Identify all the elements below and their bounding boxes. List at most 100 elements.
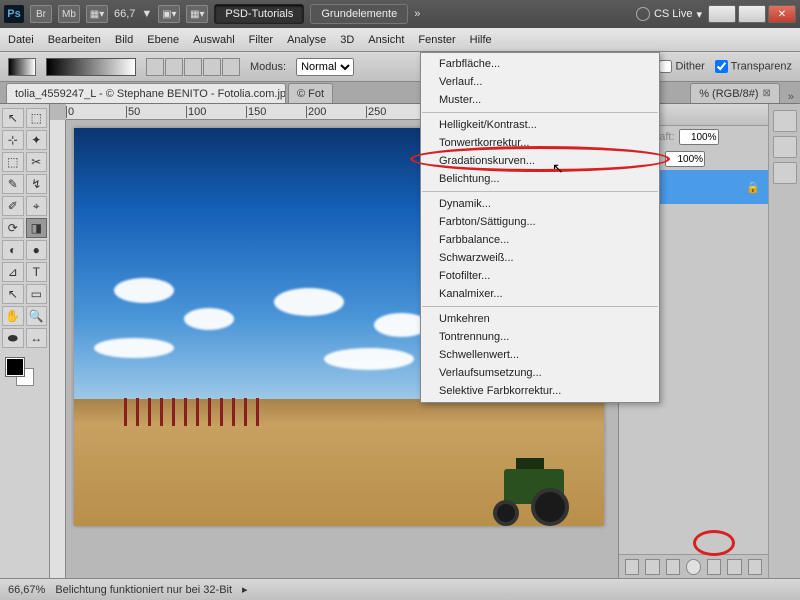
mi-kanalmixer[interactable]: Kanalmixer... bbox=[421, 285, 659, 303]
gradient-tool[interactable]: ◨ bbox=[26, 218, 48, 238]
workspace-more-icon[interactable]: » bbox=[414, 8, 420, 20]
gradient-radial[interactable] bbox=[165, 58, 183, 76]
close-icon[interactable]: ⊠ bbox=[762, 88, 770, 99]
menu-filter[interactable]: Filter bbox=[249, 34, 273, 46]
transparenz-checkbox-label[interactable]: Transparenz bbox=[715, 60, 792, 73]
mi-farbton[interactable]: Farbton/Sättigung... bbox=[421, 213, 659, 231]
transparenz-checkbox[interactable] bbox=[715, 60, 728, 73]
menu-fenster[interactable]: Fenster bbox=[418, 34, 455, 46]
extras-button[interactable]: ▦▾ bbox=[186, 5, 208, 23]
workspace-psdtutorials[interactable]: PSD-Tutorials bbox=[214, 4, 304, 24]
heal-tool[interactable]: ↯ bbox=[26, 174, 48, 194]
move-tool[interactable]: ↖ bbox=[2, 108, 24, 128]
document-tab-3[interactable]: % (RGB/8#)⊠ bbox=[690, 83, 780, 103]
gradient-picker[interactable] bbox=[46, 58, 136, 76]
mi-dynamik[interactable]: Dynamik... bbox=[421, 195, 659, 213]
type-tool[interactable]: T bbox=[26, 262, 48, 282]
minibridge-button[interactable]: Mb bbox=[58, 5, 80, 23]
mi-fotofilter[interactable]: Fotofilter... bbox=[421, 267, 659, 285]
new-layer-icon[interactable] bbox=[727, 559, 741, 575]
zoom-dropdown-icon[interactable]: ▼ bbox=[141, 8, 152, 20]
gradient-linear[interactable] bbox=[146, 58, 164, 76]
foreground-color[interactable] bbox=[6, 358, 24, 376]
maximize-button[interactable]: ☐ bbox=[738, 5, 766, 23]
menu-auswahl[interactable]: Auswahl bbox=[193, 34, 235, 46]
link-layers-icon[interactable] bbox=[625, 559, 639, 575]
mi-schwarzweiss[interactable]: Schwarzweiß... bbox=[421, 249, 659, 267]
slice-tool[interactable]: ✂ bbox=[26, 152, 48, 172]
dither-checkbox[interactable] bbox=[659, 60, 672, 73]
dodge-tool[interactable]: ● bbox=[26, 240, 48, 260]
color-swatches[interactable] bbox=[2, 356, 47, 388]
menu-ansicht[interactable]: Ansicht bbox=[368, 34, 404, 46]
adjustment-layer-icon[interactable] bbox=[686, 559, 700, 575]
gradient-type-group bbox=[146, 58, 240, 76]
eyedropper-tool[interactable]: ✎ bbox=[2, 174, 24, 194]
gradient-angle[interactable] bbox=[184, 58, 202, 76]
cslive-button[interactable]: CS Live▾ bbox=[636, 7, 702, 21]
pen-tool[interactable]: ⊿ bbox=[2, 262, 24, 282]
hand-tool[interactable]: ✋ bbox=[2, 306, 24, 326]
menu-datei[interactable]: Datei bbox=[8, 34, 34, 46]
mi-verlauf[interactable]: Verlauf... bbox=[421, 73, 659, 91]
menu-bild[interactable]: Bild bbox=[115, 34, 133, 46]
mi-muster[interactable]: Muster... bbox=[421, 91, 659, 109]
brush-tool[interactable]: ✐ bbox=[2, 196, 24, 216]
swap-panel-icon[interactable] bbox=[773, 110, 797, 132]
menu-3d[interactable]: 3D bbox=[340, 34, 354, 46]
path-tool[interactable]: ↖ bbox=[2, 284, 24, 304]
ruler-vertical bbox=[50, 120, 66, 578]
layer-style-icon[interactable] bbox=[645, 559, 659, 575]
menu-hilfe[interactable]: Hilfe bbox=[470, 34, 492, 46]
menu-analyse[interactable]: Analyse bbox=[287, 34, 326, 46]
mi-helligkeit[interactable]: Helligkeit/Kontrast... bbox=[421, 116, 659, 134]
delete-layer-icon[interactable] bbox=[748, 559, 762, 575]
workspace-grundelemente[interactable]: Grundelemente bbox=[310, 4, 408, 24]
gradient-reflected[interactable] bbox=[203, 58, 221, 76]
mi-verlaufsumsetzung[interactable]: Verlaufsumsetzung... bbox=[421, 364, 659, 382]
stamp-tool[interactable]: ⌖ bbox=[26, 196, 48, 216]
mi-gradationskurven[interactable]: Gradationskurven... bbox=[421, 152, 659, 170]
tabs-overflow-icon[interactable]: » bbox=[782, 91, 800, 103]
mi-belichtung[interactable]: Belichtung... bbox=[421, 170, 659, 188]
mi-schwellenwert[interactable]: Schwellenwert... bbox=[421, 346, 659, 364]
dither-checkbox-label[interactable]: Dither bbox=[659, 60, 704, 73]
group-icon[interactable] bbox=[707, 559, 721, 575]
document-tab-1[interactable]: tolia_4559247_L - © Stephane BENITO - Fo… bbox=[6, 83, 286, 103]
mi-umkehren[interactable]: Umkehren bbox=[421, 310, 659, 328]
styles-panel-icon[interactable] bbox=[773, 136, 797, 158]
history-brush-tool[interactable]: ⟳ bbox=[2, 218, 24, 238]
marquee-tool[interactable]: ⬚ bbox=[26, 108, 48, 128]
chevron-right-icon[interactable]: ▸ bbox=[242, 583, 248, 596]
arrange-button[interactable]: ▦▾ bbox=[86, 5, 108, 23]
gradient-diamond[interactable] bbox=[222, 58, 240, 76]
blur-tool[interactable]: ◐ bbox=[2, 240, 24, 260]
modus-select[interactable]: Normal bbox=[296, 58, 354, 76]
shape-tool[interactable]: ▭ bbox=[26, 284, 48, 304]
mi-tontrennung[interactable]: Tontrennung... bbox=[421, 328, 659, 346]
3d-camera-tool[interactable]: ↔ bbox=[26, 328, 48, 348]
menu-bearbeiten[interactable]: Bearbeiten bbox=[48, 34, 101, 46]
status-zoom[interactable]: 66,67% bbox=[8, 584, 45, 596]
close-button[interactable]: ✕ bbox=[768, 5, 796, 23]
mi-selektive[interactable]: Selektive Farbkorrektur... bbox=[421, 382, 659, 400]
opacity-input[interactable] bbox=[679, 129, 719, 145]
mi-farbbalance[interactable]: Farbbalance... bbox=[421, 231, 659, 249]
mi-farbflaeche[interactable]: Farbfläche... bbox=[421, 55, 659, 73]
3d-tool[interactable]: ⬬ bbox=[2, 328, 24, 348]
fill-input[interactable] bbox=[665, 151, 705, 167]
screen-mode-button[interactable]: ▣▾ bbox=[158, 5, 180, 23]
lasso-tool[interactable]: ⊹ bbox=[2, 130, 24, 150]
document-tab-2[interactable]: © Fot bbox=[288, 83, 333, 103]
crop-tool[interactable]: ⬚ bbox=[2, 152, 24, 172]
tool-preset[interactable] bbox=[8, 58, 36, 76]
minimize-button[interactable]: ─ bbox=[708, 5, 736, 23]
zoom-display[interactable]: 66,7 bbox=[114, 8, 135, 20]
zoom-tool[interactable]: 🔍 bbox=[26, 306, 48, 326]
wand-tool[interactable]: ✦ bbox=[26, 130, 48, 150]
bridge-button[interactable]: Br bbox=[30, 5, 52, 23]
mi-tonwertkorrektur[interactable]: Tonwertkorrektur... bbox=[421, 134, 659, 152]
layer-mask-icon[interactable] bbox=[666, 559, 680, 575]
menu-ebene[interactable]: Ebene bbox=[147, 34, 179, 46]
adjustments-panel-icon[interactable] bbox=[773, 162, 797, 184]
